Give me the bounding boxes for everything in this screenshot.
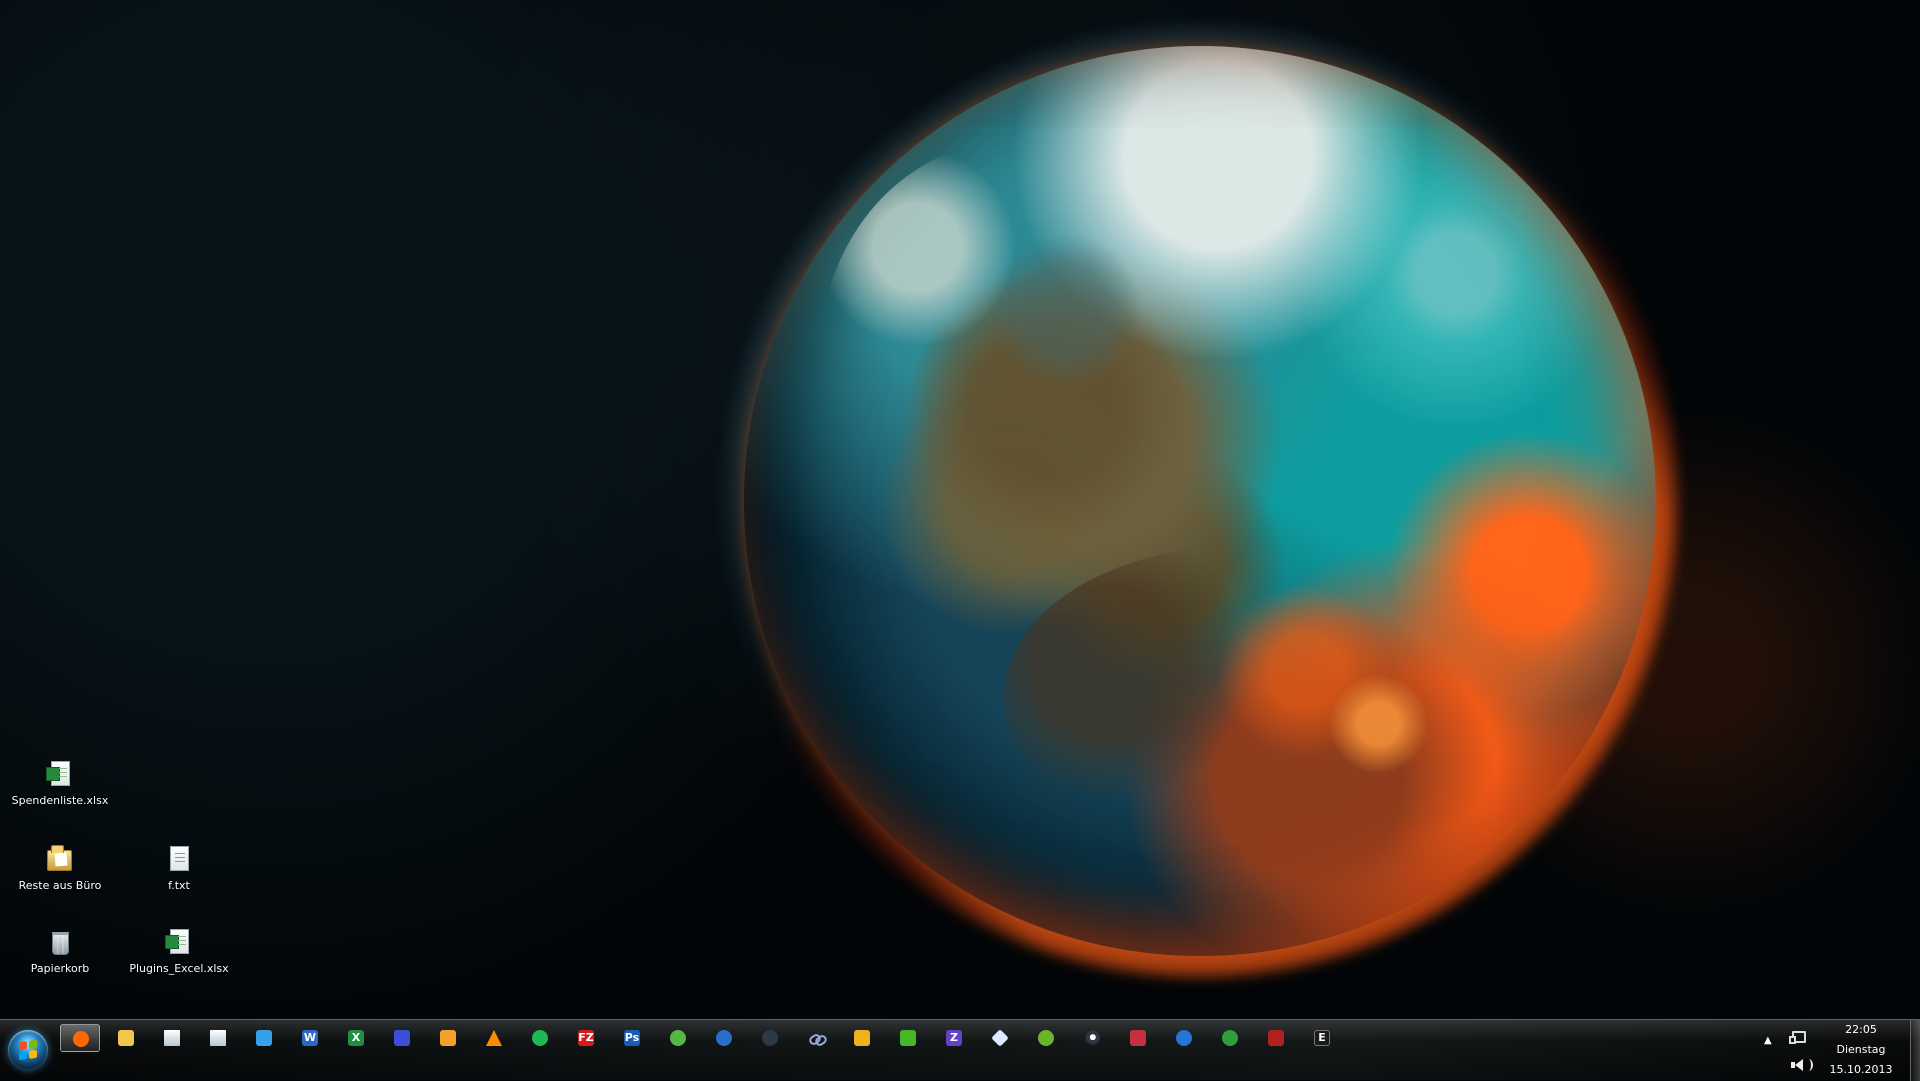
- show-desktop-button[interactable]: [1910, 1020, 1920, 1081]
- taskbar-button-red-app[interactable]: [1118, 1024, 1158, 1052]
- earth-wallpaper: [724, 26, 1676, 976]
- earth-globe: [744, 46, 1656, 956]
- windows-logo-icon: [19, 1039, 37, 1061]
- bittorrent-icon: [854, 1030, 870, 1046]
- taskbar-button-vlc[interactable]: [474, 1024, 514, 1052]
- taskbar-button-blue-bolt[interactable]: [1164, 1024, 1204, 1052]
- green-search-icon: [1038, 1030, 1054, 1046]
- taskbar-clock[interactable]: 22:05 Dienstag 15.10.2013: [1824, 1020, 1898, 1080]
- start-button[interactable]: [8, 1030, 48, 1070]
- earth-glow: [724, 26, 1676, 976]
- text-file-icon: [164, 845, 194, 875]
- taskbar-button-diamond-app[interactable]: [980, 1024, 1020, 1052]
- network-app-icon: [394, 1030, 410, 1046]
- taskbar-button-text-app[interactable]: E: [1302, 1024, 1342, 1052]
- explorer-icon: [118, 1030, 134, 1046]
- firefox-icon: [73, 1031, 89, 1047]
- clock-date: 15.10.2013: [1829, 1063, 1893, 1076]
- taskbar-button-media-player[interactable]: [428, 1024, 468, 1052]
- taskbar-button-z-app[interactable]: Z: [934, 1024, 974, 1052]
- document-icon: [164, 1030, 180, 1046]
- desktop-icon-reste-aus-buero[interactable]: Reste aus Büro: [8, 845, 112, 917]
- word-icon: W: [302, 1030, 318, 1046]
- link-icon: [808, 1030, 824, 1046]
- taskbar-button-firefox[interactable]: [60, 1024, 100, 1052]
- taskbar-button-excel[interactable]: X: [336, 1024, 376, 1052]
- taskbar-button-link[interactable]: [796, 1024, 836, 1052]
- taskbar-button-photoshop[interactable]: Ps: [612, 1024, 652, 1052]
- taskbar-button-explorer[interactable]: [106, 1024, 146, 1052]
- media-player-icon: [440, 1030, 456, 1046]
- clock-time: 22:05: [1845, 1023, 1877, 1036]
- taskbar-button-browser[interactable]: [244, 1024, 284, 1052]
- tray-overflow-icon[interactable]: ▲: [1764, 1035, 1772, 1046]
- dark-circle-icon: [762, 1030, 778, 1046]
- vlc-icon: [486, 1030, 502, 1046]
- taskbar-button-utorrent[interactable]: [658, 1024, 698, 1052]
- green-app-icon: [900, 1030, 916, 1046]
- excel-file-icon: [45, 760, 75, 790]
- red-tools-icon: [1268, 1030, 1284, 1046]
- utorrent-icon: [670, 1030, 686, 1046]
- excel-icon: X: [348, 1030, 364, 1046]
- taskbar-button-filezilla[interactable]: FZ: [566, 1024, 606, 1052]
- z-app-icon: Z: [946, 1030, 962, 1046]
- system-tray: ▲ 22:05 Dienstag 15.10.2013: [1760, 1020, 1920, 1081]
- recycle-bin-icon: [45, 928, 75, 958]
- network-icon[interactable]: [1789, 1031, 1806, 1044]
- excel-file-icon: [164, 928, 194, 958]
- steam-icon: [1084, 1030, 1100, 1046]
- blue-bolt-icon: [1176, 1030, 1192, 1046]
- taskbar-button-bittorrent[interactable]: [842, 1024, 882, 1052]
- desktop-icon-label: Reste aus Büro: [18, 879, 102, 892]
- taskbar-button-notes[interactable]: [198, 1024, 238, 1052]
- volume-icon[interactable]: [1791, 1058, 1813, 1072]
- taskbar-button-green-search[interactable]: [1026, 1024, 1066, 1052]
- diamond-app-icon: [991, 1029, 1009, 1047]
- taskbar-button-steam[interactable]: [1072, 1024, 1112, 1052]
- photoshop-icon: Ps: [624, 1030, 640, 1046]
- red-app-icon: [1130, 1030, 1146, 1046]
- taskbar-button-word[interactable]: W: [290, 1024, 330, 1052]
- taskbar-button-spotify[interactable]: [520, 1024, 560, 1052]
- taskbar-button-green-globe[interactable]: [1210, 1024, 1250, 1052]
- desktop-icon-label: f.txt: [168, 879, 190, 892]
- taskbar: W X FZ Ps Z E ▲ 22:05 Dienstag 15.10.2013: [0, 1019, 1920, 1081]
- folder-icon: [45, 845, 75, 875]
- desktop-icon-papierkorb[interactable]: Papierkorb: [8, 928, 112, 1000]
- desktop-icon-f-txt[interactable]: f.txt: [127, 845, 231, 917]
- desktop-icon-plugins-excel[interactable]: Plugins_Excel.xlsx: [127, 928, 231, 1000]
- spotify-icon: [532, 1030, 548, 1046]
- desktop-icon-label: Spendenliste.xlsx: [11, 794, 109, 807]
- browser-icon: [256, 1030, 272, 1046]
- taskbar-button-network-app[interactable]: [382, 1024, 422, 1052]
- taskbar-button-circle-app[interactable]: [704, 1024, 744, 1052]
- circle-app-icon: [716, 1030, 732, 1046]
- clock-day: Dienstag: [1836, 1043, 1886, 1056]
- taskbar-button-green-app[interactable]: [888, 1024, 928, 1052]
- notes-icon: [210, 1030, 226, 1046]
- green-globe-icon: [1222, 1030, 1238, 1046]
- text-app-icon: E: [1314, 1030, 1330, 1046]
- desktop-icon-label: Plugins_Excel.xlsx: [129, 962, 229, 975]
- filezilla-icon: FZ: [578, 1030, 594, 1046]
- desktop-icon-spendenliste[interactable]: Spendenliste.xlsx: [8, 760, 112, 832]
- taskbar-button-document[interactable]: [152, 1024, 192, 1052]
- taskbar-button-red-tools[interactable]: [1256, 1024, 1296, 1052]
- desktop-icon-label: Papierkorb: [30, 962, 90, 975]
- taskbar-button-dark-circle[interactable]: [750, 1024, 790, 1052]
- desktop-background: Spendenliste.xlsx Reste aus Büro f.txt P…: [0, 0, 1920, 1019]
